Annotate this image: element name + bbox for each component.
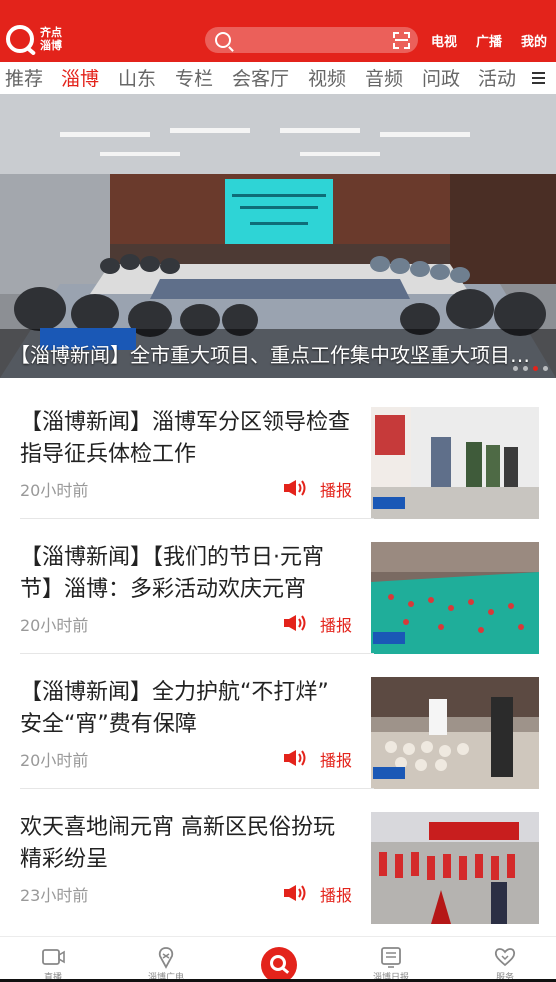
divider — [20, 518, 374, 519]
bottom-nav: 直播 淄博广电 淄博日报 服务 — [0, 936, 556, 982]
news-item[interactable]: 【淄博新闻】全力护航“不打烊” 安全“宵”费有保障 20小时前 播报 — [20, 677, 539, 789]
radio-link[interactable]: 广播 — [476, 31, 502, 50]
app-header: 齐点淄博 电视 广播 我的 — [0, 0, 556, 62]
play-button[interactable]: 播报 — [320, 747, 352, 771]
broadcast-icon — [158, 947, 174, 969]
nav-zibo-daily[interactable]: 淄博日报 — [346, 937, 436, 982]
channel-tab-inquiry[interactable]: 问政 — [422, 64, 460, 91]
channel-tab-recommend[interactable]: 推荐 — [5, 64, 43, 91]
tv-icon — [42, 949, 65, 965]
news-time: 23小时前 — [20, 886, 89, 905]
news-thumbnail[interactable] — [371, 677, 539, 789]
news-item[interactable]: 欢天喜地闹元宵 高新区民俗扮玩精彩纷呈 23小时前 播报 — [20, 812, 539, 924]
play-button[interactable]: 播报 — [320, 882, 352, 906]
scan-icon[interactable] — [393, 32, 410, 49]
nav-live[interactable]: 直播 — [8, 937, 98, 982]
carousel-dot-active[interactable] — [533, 366, 538, 371]
news-time: 20小时前 — [20, 751, 89, 770]
news-title[interactable]: 【淄博新闻】【我们的节日·元宵节】淄博：多彩活动欢庆元宵 — [20, 542, 356, 606]
speaker-icon[interactable] — [283, 749, 307, 767]
nav-service[interactable]: 服务 — [460, 937, 550, 982]
tv-link[interactable]: 电视 — [431, 31, 457, 50]
play-button[interactable]: 播报 — [320, 612, 352, 636]
q-logo-icon — [6, 25, 34, 53]
channel-tab-activity[interactable]: 活动 — [478, 64, 516, 91]
channel-tab-audio[interactable]: 音频 — [365, 64, 403, 91]
speaker-icon[interactable] — [283, 614, 307, 632]
hero-caption: 【淄博新闻】全市重大项目、重点工作集中攻坚重大项目建设 — [10, 343, 546, 367]
carousel-dot[interactable] — [523, 366, 528, 371]
channel-tab-zibo[interactable]: 淄博 — [61, 64, 99, 91]
speaker-icon[interactable] — [283, 884, 307, 902]
news-thumbnail[interactable] — [371, 407, 539, 519]
carousel-dot[interactable] — [513, 366, 518, 371]
menu-icon[interactable] — [520, 62, 556, 94]
news-thumbnail[interactable] — [371, 542, 539, 654]
channel-tab-column[interactable]: 专栏 — [175, 64, 213, 91]
app-logo[interactable]: 齐点淄博 — [6, 22, 68, 56]
hero-banner[interactable]: 【淄博新闻】全市重大项目、重点工作集中攻坚重大项目建设 — [0, 94, 556, 378]
divider — [20, 788, 374, 789]
news-item[interactable]: 【淄博新闻】【我们的节日·元宵节】淄博：多彩活动欢庆元宵 20小时前 播报 — [20, 542, 539, 654]
newspaper-icon — [381, 947, 401, 968]
divider — [20, 653, 374, 654]
news-item[interactable]: 【淄博新闻】淄博军分区领导检查指导征兵体检工作 20小时前 播报 — [20, 407, 539, 519]
channel-tab-lounge[interactable]: 会客厅 — [232, 64, 289, 91]
news-title[interactable]: 【淄博新闻】全力护航“不打烊” 安全“宵”费有保障 — [20, 677, 356, 741]
nav-zibo-broadcast[interactable]: 淄博广电 — [121, 937, 211, 982]
channel-bar: 推荐 淄博 山东 专栏 会客厅 视频 音频 问政 活动 — [0, 62, 556, 94]
search-icon — [215, 32, 231, 48]
channel-tab-video[interactable]: 视频 — [308, 64, 346, 91]
play-button[interactable]: 播报 — [320, 477, 352, 501]
news-title[interactable]: 欢天喜地闹元宵 高新区民俗扮玩精彩纷呈 — [20, 812, 356, 876]
news-thumbnail[interactable] — [371, 812, 539, 924]
speaker-icon[interactable] — [283, 479, 307, 497]
mine-link[interactable]: 我的 — [521, 31, 547, 50]
news-time: 20小时前 — [20, 481, 89, 500]
search-input[interactable] — [205, 27, 418, 53]
carousel-dot[interactable] — [543, 366, 548, 371]
channel-tab-shandong[interactable]: 山东 — [118, 64, 156, 91]
heart-service-icon — [494, 948, 516, 967]
news-time: 20小时前 — [20, 616, 89, 635]
hero-image — [0, 94, 556, 378]
home-q-icon[interactable] — [261, 947, 297, 982]
logo-text: 齐点淄博 — [40, 26, 62, 52]
news-title[interactable]: 【淄博新闻】淄博军分区领导检查指导征兵体检工作 — [20, 407, 356, 471]
carousel-dots — [513, 366, 548, 371]
